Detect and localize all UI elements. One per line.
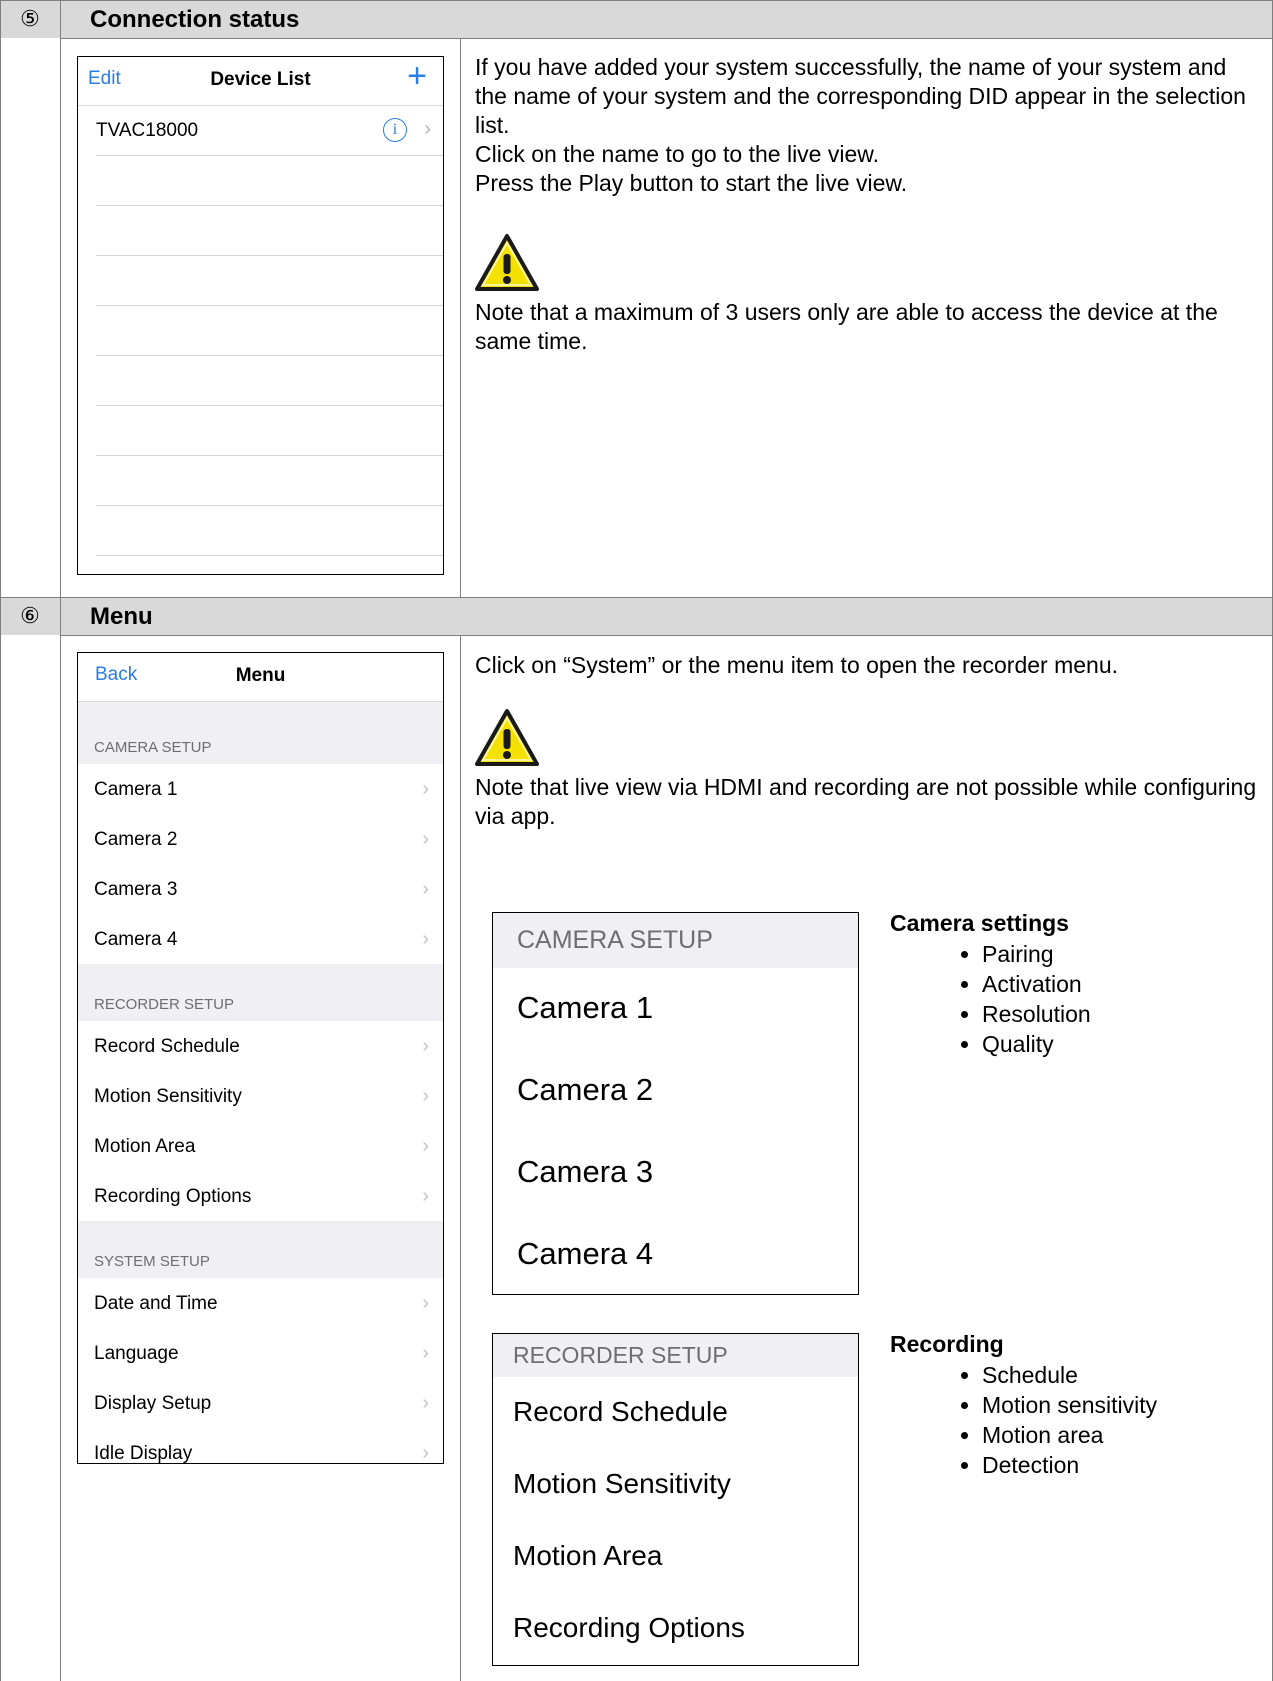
zoom-item: Recording Options — [513, 1612, 745, 1643]
row-divider — [0, 597, 1273, 598]
empty-row — [96, 206, 443, 256]
feature-item: Quality — [982, 1029, 1250, 1059]
chevron-right-icon: › — [422, 1085, 429, 1107]
chevron-right-icon: › — [422, 928, 429, 950]
section-number: ⑥ — [20, 603, 40, 628]
paragraph: Press the Play button to start the live … — [475, 170, 908, 196]
table-border-left — [0, 0, 1, 1681]
empty-row — [96, 256, 443, 306]
zoom-group-header: CAMERA SETUP — [493, 913, 858, 968]
feature-item: Detection — [982, 1450, 1250, 1480]
camera-setup-zoom: CAMERA SETUP Camera 1 Camera 2 Camera 3 … — [492, 912, 859, 1295]
feature-title: Camera settings — [890, 910, 1069, 936]
group-header: SYSTEM SETUP — [78, 1221, 443, 1278]
menu-instructions: Click on “System” or the menu item to op… — [475, 652, 1119, 678]
warning-icon — [475, 234, 539, 291]
chevron-right-icon: › — [422, 1135, 429, 1157]
menu-item[interactable]: Record Schedule › — [78, 1021, 443, 1071]
feature-item: Motion sensitivity — [982, 1390, 1250, 1420]
feature-item: Schedule — [982, 1360, 1250, 1390]
paragraph: If you have added your system successful… — [475, 54, 1246, 138]
empty-row — [96, 406, 443, 456]
recorder-setup-zoom: RECORDER SETUP Record Schedule Motion Se… — [492, 1333, 859, 1666]
device-name: TVAC18000 — [96, 120, 199, 141]
chevron-right-icon: › — [422, 1442, 429, 1464]
row-divider — [60, 38, 1273, 39]
menu-item[interactable]: Camera 3 › — [78, 864, 443, 914]
nav-bar: Edit Device List + — [78, 57, 443, 106]
menu-item[interactable]: Motion Area › — [78, 1121, 443, 1171]
chevron-right-icon: › — [422, 878, 429, 900]
feature-item: Activation — [982, 969, 1250, 999]
connection-note: Note that a maximum of 3 users only are … — [475, 299, 1218, 354]
menu-item[interactable]: Camera 1 › — [78, 764, 443, 814]
add-icon[interactable]: + — [407, 59, 427, 93]
menu-item[interactable]: Display Setup › — [78, 1378, 443, 1428]
nav-title: Device List — [210, 69, 311, 90]
menu-item[interactable]: Recording Options › — [78, 1171, 443, 1221]
zoom-item: Camera 3 — [517, 1154, 654, 1189]
zoom-item: Camera 2 — [517, 1072, 654, 1107]
menu-item[interactable]: Motion Sensitivity › — [78, 1071, 443, 1121]
empty-row — [96, 156, 443, 206]
section6-header-bg — [0, 597, 1273, 635]
content-column-divider-1 — [460, 38, 461, 597]
section-number: ⑤ — [20, 6, 40, 31]
chevron-right-icon: › — [422, 1392, 429, 1414]
chevron-right-icon: › — [422, 778, 429, 800]
paragraph: Click on the name to go to the live view… — [475, 141, 879, 167]
feature-item: Motion area — [982, 1420, 1250, 1450]
menu-item[interactable]: Date and Time › — [78, 1278, 443, 1328]
empty-row — [96, 506, 443, 556]
empty-row — [96, 556, 443, 574]
feature-title: Recording — [890, 1331, 1004, 1357]
warning-icon — [475, 709, 539, 766]
number-column-divider — [60, 0, 61, 1681]
zoom-item: Camera 1 — [517, 990, 654, 1025]
zoom-group-header: RECORDER SETUP — [493, 1334, 858, 1377]
menu-note: Note that live view via HDMI and recordi… — [475, 774, 1257, 829]
chevron-right-icon: › — [422, 1185, 429, 1207]
content-column-divider-2 — [460, 635, 461, 1681]
chevron-right-icon: › — [424, 118, 431, 140]
menu-item[interactable]: Camera 4 › — [78, 914, 443, 964]
table-border-top — [0, 0, 1273, 1]
nav-title: Menu — [235, 665, 286, 686]
row-divider — [60, 635, 1273, 636]
zoom-item: Camera 4 — [517, 1236, 654, 1271]
menu-item[interactable]: Idle Display › — [78, 1428, 443, 1464]
recording-list: Recording Schedule Motion sensitivity Mo… — [890, 1331, 1250, 1480]
chevron-right-icon: › — [422, 1292, 429, 1314]
menu-item[interactable]: Language › — [78, 1328, 443, 1378]
device-row[interactable]: TVAC18000 i › — [96, 106, 443, 156]
menu-screenshot: Back Menu CAMERA SETUP Camera 1 › Camera … — [77, 652, 444, 1464]
chevron-right-icon: › — [422, 1035, 429, 1057]
section-title: Connection status — [90, 6, 300, 33]
chevron-right-icon: › — [422, 828, 429, 850]
zoom-item: Motion Area — [513, 1540, 663, 1571]
zoom-item: Motion Sensitivity — [513, 1468, 731, 1499]
feature-item: Pairing — [982, 939, 1250, 969]
group-header: CAMERA SETUP — [78, 702, 443, 764]
empty-row — [96, 456, 443, 506]
empty-row — [96, 306, 443, 356]
feature-item: Resolution — [982, 999, 1250, 1029]
section-title: Menu — [90, 603, 153, 630]
empty-row — [96, 356, 443, 406]
camera-settings-list: Camera settings Pairing Activation Resol… — [890, 910, 1250, 1059]
nav-bar: Back Menu — [78, 653, 443, 702]
group-header: RECORDER SETUP — [78, 964, 443, 1021]
info-icon[interactable]: i — [383, 118, 407, 142]
zoom-item: Record Schedule — [513, 1396, 728, 1427]
connection-instructions: If you have added your system successful… — [475, 53, 1255, 198]
menu-item[interactable]: Camera 2 › — [78, 814, 443, 864]
device-list-screenshot: Edit Device List + TVAC18000 i › — [77, 56, 444, 575]
chevron-right-icon: › — [422, 1342, 429, 1364]
